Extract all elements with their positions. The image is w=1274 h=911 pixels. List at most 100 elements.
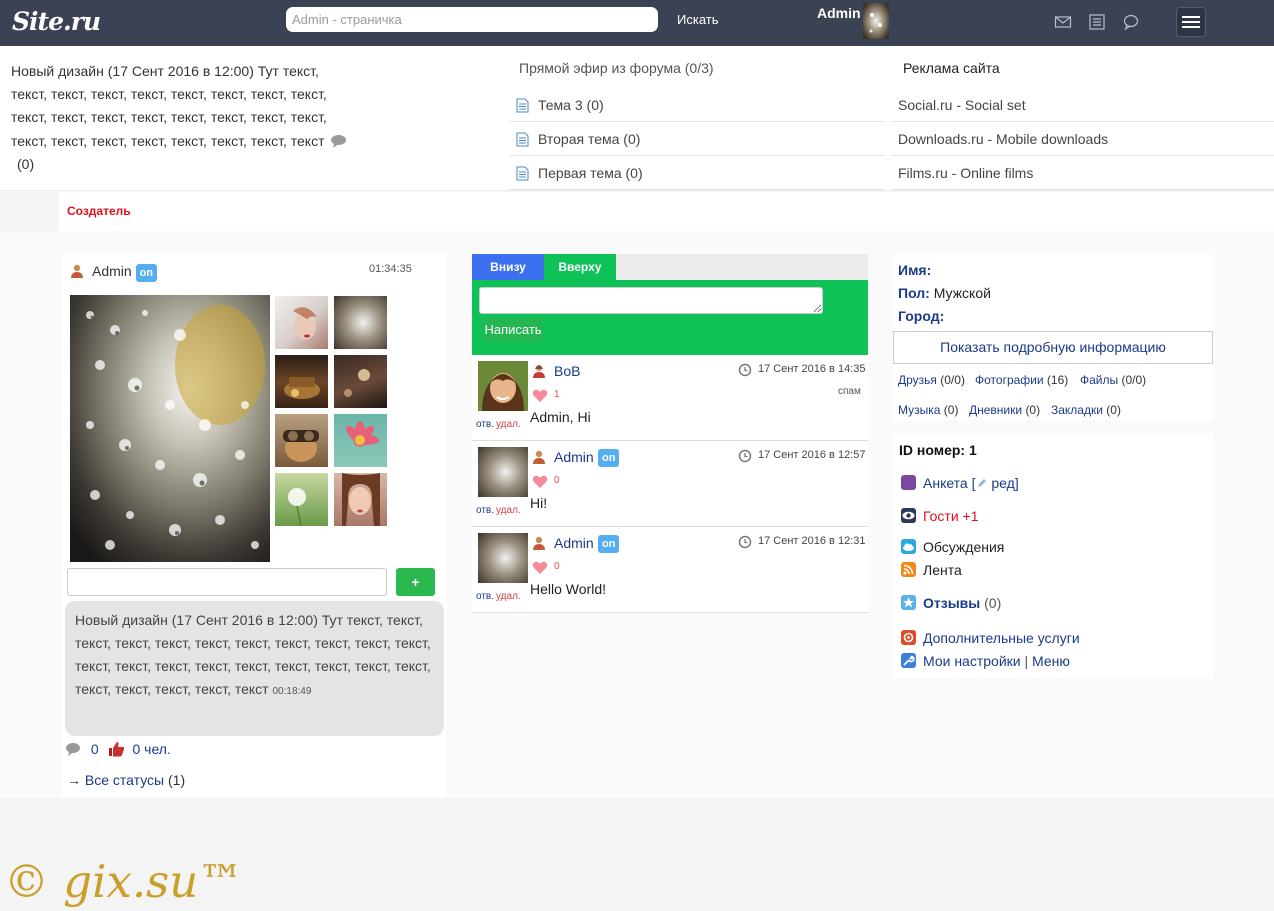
chat-message-input[interactable] [479, 287, 823, 314]
online-badge: on [598, 449, 620, 467]
heart-icon[interactable] [532, 389, 548, 403]
delete-link[interactable]: удал. [496, 591, 521, 602]
thumbs-up-icon[interactable] [107, 741, 125, 757]
forum-topic-label[interactable]: Первая тема (0) [538, 165, 643, 181]
news-comments-count[interactable]: (0) [17, 156, 34, 172]
menu-separator: | [1024, 653, 1029, 669]
profile-card-icon [901, 475, 916, 490]
bookmarks-link[interactable]: Закладки (0) [1051, 403, 1121, 417]
spam-link[interactable]: спам [838, 386, 861, 397]
search-button[interactable]: Искать [677, 12, 719, 27]
friends-link-label[interactable]: Друзья [898, 373, 937, 387]
message-author[interactable]: BoB [554, 363, 580, 379]
heart-icon[interactable] [532, 561, 548, 575]
menu-icon[interactable] [1177, 8, 1205, 36]
avatar[interactable] [478, 447, 528, 497]
forum-topic[interactable]: Тема 3 (0) [509, 88, 885, 122]
mail-icon[interactable] [1054, 13, 1072, 31]
tab-bottom[interactable]: Внизу [472, 254, 544, 280]
profile-name-row: Имя: [898, 262, 931, 278]
music-link-label[interactable]: Музыка [898, 403, 940, 417]
rss-icon [901, 562, 916, 577]
photo-thumb[interactable] [334, 355, 387, 408]
music-link[interactable]: Музыка (0) [898, 403, 958, 417]
all-statuses-link[interactable]: Все статусы [85, 772, 164, 788]
online-badge: on [135, 264, 158, 282]
photo-thumb[interactable] [334, 414, 387, 467]
diaries-link-label[interactable]: Дневники [969, 403, 1022, 417]
main-photo[interactable] [70, 295, 270, 562]
reply-link[interactable]: отв. [476, 505, 494, 516]
menu-reviews: Отзывы (0) [901, 595, 1001, 611]
delete-link[interactable]: удал. [496, 419, 521, 430]
status-input[interactable] [67, 568, 387, 596]
photo-thumb[interactable] [275, 473, 328, 526]
forum-topic-label[interactable]: Вторая тема (0) [538, 131, 640, 147]
online-badge: on [598, 535, 620, 553]
chat-submit-button[interactable]: Написать [483, 318, 543, 342]
delete-link[interactable]: удал. [496, 505, 521, 516]
edit-link[interactable]: ред [991, 475, 1014, 491]
status-text: Новый дизайн (17 Сент 2016 в 12:00) Тут … [75, 612, 431, 697]
comment-icon[interactable] [330, 134, 347, 148]
photo-thumb[interactable] [334, 473, 387, 526]
reply-link[interactable]: отв. [476, 591, 494, 602]
forum-list: Тема 3 (0) Вторая тема (0) Первая тема (… [509, 88, 885, 190]
news-icon[interactable] [1088, 13, 1106, 31]
photo-thumb[interactable] [275, 296, 328, 349]
photos-link-label[interactable]: Фотографии [975, 373, 1044, 387]
search-input[interactable] [286, 7, 658, 32]
photo-thumb[interactable] [275, 414, 328, 467]
forum-heading[interactable]: Прямой эфир из форума (0/3) [519, 60, 714, 76]
menu-feed: Лента [901, 562, 962, 578]
menu-anketa: Анкета [ ред] [901, 475, 1019, 491]
diaries-link[interactable]: Дневники (0) [969, 403, 1040, 417]
menu-guests: Гости +1 [901, 508, 979, 524]
ad-link[interactable]: Films.ru - Online films [891, 156, 1274, 190]
diaries-count: (0) [1025, 403, 1041, 417]
forum-topic[interactable]: Первая тема (0) [509, 156, 885, 190]
chat-panel: Внизу Вверху Написать отв. удал. BoB 17 С… [472, 254, 868, 613]
menu-link[interactable]: Меню [1032, 653, 1070, 669]
heart-icon[interactable] [532, 475, 548, 489]
photos-link[interactable]: Фотографии (16) [975, 373, 1068, 387]
friends-link[interactable]: Друзья (0/0) [898, 373, 965, 387]
services-icon [901, 630, 916, 645]
message-author[interactable]: Admin [554, 535, 594, 551]
reviews-link[interactable]: Отзывы [923, 595, 980, 611]
id-value: 1 [968, 442, 977, 458]
discussions-label[interactable]: Обсуждения [923, 539, 1004, 555]
ad-link[interactable]: Downloads.ru - Mobile downloads [891, 122, 1274, 156]
files-link[interactable]: Файлы (0/0) [1080, 373, 1146, 387]
guests-link[interactable]: Гости +1 [923, 508, 979, 524]
tab-top[interactable]: Вверху [544, 254, 616, 280]
add-status-button[interactable]: + [396, 568, 435, 596]
avatar[interactable] [478, 533, 528, 583]
settings-link[interactable]: Мои настройки [923, 653, 1021, 669]
photo-thumb[interactable] [275, 355, 328, 408]
ad-link[interactable]: Social.ru - Social set [891, 88, 1274, 122]
files-link-label[interactable]: Файлы [1080, 373, 1118, 387]
anketa-link[interactable]: Анкета [923, 475, 968, 491]
top-user-name[interactable]: Admin [817, 5, 861, 21]
message-author[interactable]: Admin [554, 449, 594, 465]
show-more-info-button[interactable]: Показать подробную информацию [893, 331, 1213, 364]
chat-icon[interactable] [1122, 13, 1140, 31]
bookmarks-link-label[interactable]: Закладки [1051, 403, 1103, 417]
top-avatar[interactable] [863, 3, 889, 39]
status-comments-count[interactable]: 0 [91, 741, 99, 757]
comment-icon[interactable] [65, 742, 81, 756]
forum-topic[interactable]: Вторая тема (0) [509, 122, 885, 156]
status-stats: 0 0 чел. [65, 741, 171, 757]
photo-thumb[interactable] [334, 296, 387, 349]
status-user-name[interactable]: Admin [92, 263, 132, 279]
status-likes[interactable]: 0 чел. [132, 741, 170, 757]
forum-topic-label[interactable]: Тема 3 (0) [538, 97, 604, 113]
menu-services: Дополнительные услуги [901, 630, 1080, 646]
news-title[interactable]: Новый дизайн (17 Сент 2016 в 12:00) [11, 63, 254, 79]
avatar[interactable] [478, 361, 528, 411]
services-link[interactable]: Дополнительные услуги [923, 630, 1080, 646]
site-logo[interactable]: Site.ru [12, 7, 101, 36]
reply-link[interactable]: отв. [476, 419, 494, 430]
feed-label[interactable]: Лента [923, 562, 962, 578]
